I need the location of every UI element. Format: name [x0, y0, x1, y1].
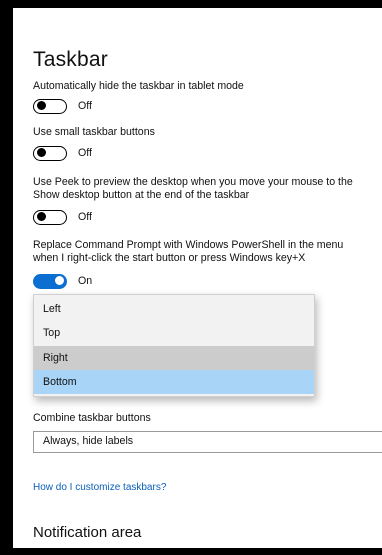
dropdown-option-right[interactable]: Right	[34, 346, 314, 370]
peek-toggle[interactable]	[33, 209, 67, 225]
toggle-knob	[54, 275, 64, 285]
page-title: Taskbar	[33, 48, 108, 71]
dropdown-option-bottom[interactable]: Bottom	[34, 370, 314, 394]
setting-label-small-buttons: Use small taskbar buttons	[33, 126, 155, 138]
small-buttons-toggle[interactable]	[33, 145, 67, 161]
setting-label-hide-taskbar-tablet: Automatically hide the taskbar in tablet…	[33, 80, 244, 92]
setting-label-peek-line1: Use Peek to preview the desktop when you…	[33, 176, 353, 188]
toggle-state-text: Off	[78, 147, 92, 159]
toggle-row-small-buttons: Off	[33, 144, 92, 162]
toggle-knob	[36, 147, 46, 157]
toggle-state-text: On	[78, 275, 93, 287]
toggle-knob	[36, 211, 46, 221]
notification-area-heading: Notification area	[33, 524, 142, 541]
toggle-row-powershell: On	[33, 272, 92, 290]
settings-window: Taskbar Automatically hide the taskbar i…	[13, 8, 382, 548]
setting-label-powershell-line2: when I right-click the start button or p…	[33, 252, 306, 264]
dropdown-option-left[interactable]: Left	[34, 297, 314, 321]
dropdown-option-top[interactable]: Top	[34, 321, 314, 345]
powershell-toggle[interactable]	[33, 273, 67, 289]
combine-buttons-select[interactable]: Always, hide labels	[33, 431, 382, 453]
toggle-state-text: Off	[78, 211, 92, 223]
setting-label-peek-line2: Show desktop button at the end of the ta…	[33, 189, 250, 201]
taskbar-location-dropdown-list: Left Top Right Bottom	[33, 294, 315, 397]
toggle-row-hide-taskbar-tablet: Off	[33, 97, 92, 115]
hide-taskbar-tablet-toggle[interactable]	[33, 98, 67, 114]
combine-buttons-label: Combine taskbar buttons	[33, 412, 151, 424]
toggle-row-peek: Off	[33, 208, 92, 226]
toggle-state-text: Off	[78, 100, 92, 112]
customize-taskbars-link[interactable]: How do I customize taskbars?	[33, 482, 166, 493]
setting-label-powershell-line1: Replace Command Prompt with Windows Powe…	[33, 239, 344, 251]
toggle-knob	[36, 100, 46, 110]
